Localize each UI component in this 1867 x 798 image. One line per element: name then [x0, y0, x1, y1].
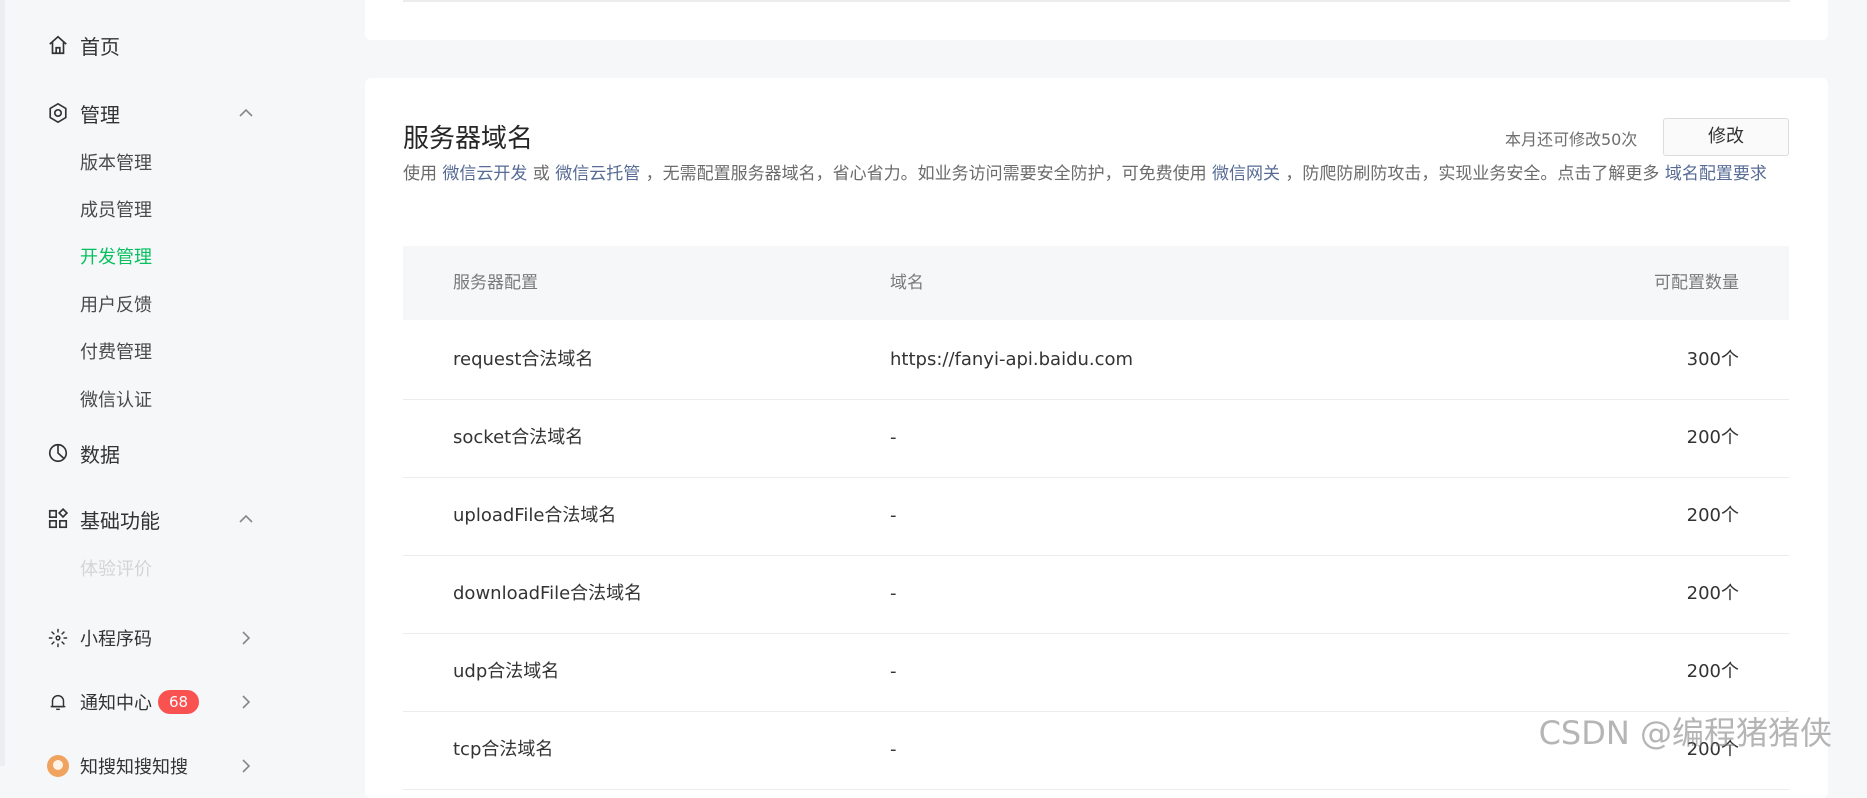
bell-icon: [46, 690, 70, 714]
chevron-right-icon[interactable]: [236, 628, 256, 648]
row-domain: -: [890, 427, 897, 448]
table-row: downloadFile合法域名 - 200个: [403, 555, 1789, 634]
row-count: 200个: [1686, 661, 1739, 682]
table-row: socket合法域名 - 200个: [403, 399, 1789, 478]
header-config: 服务器配置: [453, 273, 538, 293]
pie-chart-icon: [46, 441, 70, 465]
table-row: uploadFile合法域名 - 200个: [403, 477, 1789, 556]
previous-card: [365, 0, 1828, 40]
sidebar: 首页 管理 版本管理 成员管理 开发管理 用户反馈 付费管理 微信认证 数据 基…: [0, 0, 364, 778]
grid-icon: [46, 507, 70, 531]
card-title: 服务器域名: [403, 124, 534, 154]
row-count: 200个: [1686, 427, 1739, 448]
row-domain: -: [890, 505, 897, 526]
sidebar-item-version[interactable]: 版本管理: [80, 151, 152, 177]
table-row: request合法域名 https://fanyi-api.baidu.com …: [403, 321, 1789, 400]
row-domain: -: [890, 583, 897, 604]
qrcode-icon: [46, 626, 70, 650]
sidebar-item-partial[interactable]: 知搜知搜知搜: [46, 748, 256, 784]
divider: [403, 0, 1790, 2]
desc-text: ，防爬防刷防攻击，实现业务安全。点击了解更多: [1280, 164, 1665, 184]
row-domain: -: [890, 661, 897, 682]
row-config: request合法域名: [453, 349, 594, 370]
edit-button[interactable]: 修改: [1663, 118, 1789, 156]
sidebar-item-certification[interactable]: 微信认证: [80, 388, 152, 414]
edit-quota-text: 本月还可修改50次: [1505, 130, 1638, 149]
card-description: 使用 微信云开发 或 微信云托管 ，无需配置服务器域名，省心省力。如业务访问需要…: [403, 160, 1795, 188]
sidebar-item-label: 管理: [80, 102, 120, 127]
sidebar-item-basic[interactable]: 基础功能: [46, 501, 256, 537]
table-row: udp合法域名 - 200个: [403, 633, 1789, 712]
sidebar-item-label: 通知中心: [80, 693, 152, 714]
desc-text: 使用: [403, 164, 443, 184]
chevron-up-icon[interactable]: [236, 509, 256, 529]
header-domain: 域名: [890, 273, 924, 293]
sidebar-item-experience[interactable]: 体验评价: [80, 557, 152, 583]
link-wechat-gateway[interactable]: 微信网关: [1212, 164, 1280, 184]
sidebar-item-label: 小程序码: [80, 629, 152, 650]
desc-text: ，无需配置服务器域名，省心省力。如业务访问需要安全防护，可免费使用: [640, 164, 1213, 184]
watermark: CSDN @编程猪猪侠: [1538, 714, 1832, 752]
link-cloud-dev[interactable]: 微信云开发: [442, 164, 527, 184]
table-header: 服务器配置 域名 可配置数量: [403, 246, 1789, 320]
notification-badge: 68: [158, 690, 200, 714]
sidebar-item-notification[interactable]: 通知中心 68: [46, 684, 256, 720]
chevron-up-icon[interactable]: [236, 103, 256, 123]
home-icon: [46, 33, 70, 57]
sidebar-item-miniprogram-code[interactable]: 小程序码: [46, 620, 256, 656]
sidebar-item-feedback[interactable]: 用户反馈: [80, 293, 152, 319]
sidebar-item-label: 数据: [80, 442, 120, 467]
sidebar-item-payment[interactable]: 付费管理: [80, 340, 152, 366]
sidebar-item-manage[interactable]: 管理: [46, 95, 256, 131]
row-config: tcp合法域名: [453, 739, 554, 760]
row-count: 200个: [1686, 583, 1739, 604]
sidebar-item-label: 基础功能: [80, 508, 160, 533]
sidebar-item-home[interactable]: 首页: [46, 27, 120, 63]
row-count: 300个: [1686, 349, 1739, 370]
sidebar-item-data[interactable]: 数据: [46, 435, 120, 471]
settings-icon: [46, 101, 70, 125]
link-domain-requirements[interactable]: 域名配置要求: [1665, 164, 1767, 184]
row-config: socket合法域名: [453, 427, 584, 448]
row-domain: https://fanyi-api.baidu.com: [890, 349, 1134, 370]
server-domain-card: 服务器域名 本月还可修改50次 修改 使用 微信云开发 或 微信云托管 ，无需配…: [365, 78, 1828, 798]
desc-text: 或: [527, 164, 556, 184]
row-config: udp合法域名: [453, 661, 560, 682]
chevron-right-icon[interactable]: [236, 692, 256, 712]
sidebar-item-development[interactable]: 开发管理: [80, 245, 152, 271]
row-config: uploadFile合法域名: [453, 505, 617, 526]
chevron-right-icon[interactable]: [236, 756, 256, 776]
sidebar-item-members[interactable]: 成员管理: [80, 198, 152, 224]
sidebar-edge: [0, 0, 5, 766]
row-domain: -: [890, 739, 897, 760]
row-count: 200个: [1686, 505, 1739, 526]
link-cloud-hosting[interactable]: 微信云托管: [555, 164, 640, 184]
row-config: downloadFile合法域名: [453, 583, 643, 604]
sidebar-item-label: 知搜知搜知搜: [80, 757, 188, 778]
sidebar-item-label: 首页: [80, 34, 120, 59]
header-count: 可配置数量: [1654, 273, 1739, 293]
avatar: [46, 754, 70, 778]
